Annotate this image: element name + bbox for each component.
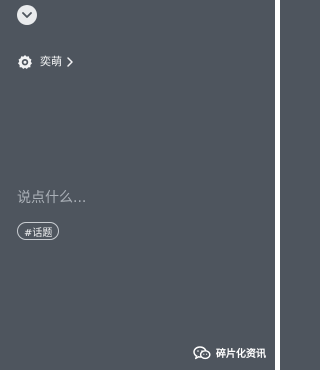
chevron-down-icon (22, 11, 32, 18)
topic-button[interactable]: #话题 (17, 222, 60, 240)
right-edge-strip (275, 0, 280, 370)
chevron-right-icon (66, 56, 74, 68)
wechat-icon (193, 345, 211, 360)
location-badge-icon (17, 54, 33, 70)
compose-input[interactable] (17, 188, 257, 208)
location-selector[interactable]: 奕萌 (17, 53, 74, 71)
watermark: 碎片化资讯 (193, 345, 266, 360)
location-label: 奕萌 (40, 55, 62, 68)
watermark-text: 碎片化资讯 (216, 349, 266, 360)
collapse-button[interactable] (17, 5, 37, 25)
topic-label: #话题 (24, 227, 53, 239)
